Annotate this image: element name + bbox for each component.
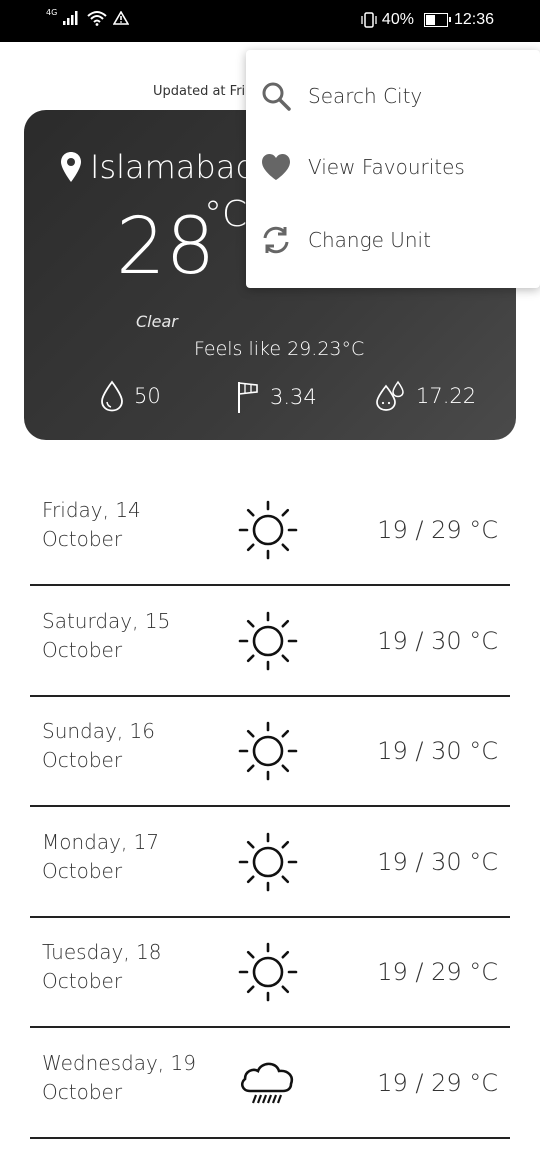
status-right: 40% 12:36 <box>360 11 494 29</box>
sun-icon <box>236 830 300 894</box>
forecast-row[interactable]: Friday, 14 October 19 / 29 °C <box>30 474 510 586</box>
forecast-month: October <box>42 527 123 551</box>
forecast-day: Wednesday, 19 <box>42 1050 196 1075</box>
city-heading: Islamabad <box>60 148 256 186</box>
sun-icon <box>236 609 300 673</box>
dew-metric: 17.22 <box>374 380 476 412</box>
sun-icon <box>236 719 300 783</box>
forecast-day: Saturday, 15 <box>42 608 171 633</box>
forecast-day: Friday, 14 <box>42 498 141 522</box>
forecast-day: Monday, 17 <box>42 829 160 854</box>
sun-icon <box>236 940 300 1004</box>
forecast-row[interactable]: Monday, 17 October 19 / 30 °C <box>30 806 510 918</box>
water-drop-icon <box>101 380 123 412</box>
forecast-date: Saturday, 15 October <box>42 607 222 665</box>
forecast-date: Friday, 14 October <box>42 496 222 554</box>
overflow-menu: Search City View Favourites Change Unit <box>246 50 540 288</box>
status-left: 4G <box>46 7 130 26</box>
forecast-temperature: 19 / 30 °C <box>377 626 498 655</box>
dew-drops-icon <box>376 380 404 411</box>
forecast-month: October <box>42 858 123 883</box>
menu-view-favourites[interactable]: View Favourites <box>260 152 465 182</box>
wind-value: 3.34 <box>270 385 317 409</box>
forecast-date: Tuesday, 18 October <box>42 938 222 996</box>
network-type: 4G <box>46 7 58 17</box>
sun-icon <box>236 498 300 562</box>
feels-like: Feels like 29.23°C <box>194 338 365 360</box>
forecast-row[interactable]: Wednesday, 19 October 19 / 29 °C <box>30 1027 510 1139</box>
rain-cloud-icon <box>236 1051 300 1115</box>
menu-label: Change Unit <box>308 228 431 252</box>
temperature-unit: °C <box>204 194 248 235</box>
forecast-date: Monday, 17 October <box>42 828 222 886</box>
location-pin-icon <box>61 152 81 182</box>
forecast-date: Wednesday, 19 October <box>42 1049 222 1107</box>
forecast-month: October <box>42 748 123 772</box>
forecast-temperature: 19 / 30 °C <box>377 737 498 765</box>
refresh-icon <box>263 226 289 254</box>
forecast-temperature: 19 / 29 °C <box>377 958 498 986</box>
forecast-month: October <box>42 1079 123 1104</box>
forecast-row[interactable]: Saturday, 15 October 19 / 30 °C <box>30 585 510 697</box>
status-bar: 4G 40% 12:36 <box>0 0 540 42</box>
menu-label: View Favourites <box>308 155 465 179</box>
forecast-day: Tuesday, 18 <box>42 940 162 964</box>
forecast-temperature: 19 / 29 °C <box>377 516 498 544</box>
menu-label: Search City <box>308 84 423 108</box>
forecast-day: Sunday, 16 <box>42 719 155 743</box>
forecast-row[interactable]: Sunday, 16 October 19 / 30 °C <box>30 695 510 807</box>
clock: 12:36 <box>453 11 494 28</box>
warning-icon <box>113 11 130 25</box>
forecast-date: Sunday, 16 October <box>42 717 222 775</box>
windsock-icon <box>238 382 258 413</box>
forecast-temperature: 19 / 29 °C <box>377 1068 498 1097</box>
vibrate-icon <box>361 12 377 28</box>
humidity-value: 50 <box>134 384 161 408</box>
forecast-temperature: 19 / 30 °C <box>377 847 498 876</box>
weather-condition: Clear <box>136 312 178 331</box>
humidity-metric: 50 <box>100 380 161 412</box>
forecast-month: October <box>42 637 123 662</box>
wifi-icon <box>87 11 107 26</box>
menu-change-unit[interactable]: Change Unit <box>260 224 431 256</box>
current-temperature: 28 <box>116 202 216 292</box>
heart-icon <box>262 154 290 180</box>
search-icon <box>262 82 291 111</box>
forecast-month: October <box>42 969 123 993</box>
battery-percent: 40% <box>381 11 414 28</box>
wind-metric: 3.34 <box>236 380 317 414</box>
forecast-row[interactable]: Tuesday, 18 October 19 / 29 °C <box>30 916 510 1028</box>
updated-label: Updated at Fri <box>153 84 246 99</box>
menu-search-city[interactable]: Search City <box>260 80 422 112</box>
signal-icon <box>63 11 78 25</box>
dew-value: 17.22 <box>416 384 477 408</box>
city-name: Islamabad <box>90 148 256 186</box>
battery-icon <box>423 13 451 27</box>
